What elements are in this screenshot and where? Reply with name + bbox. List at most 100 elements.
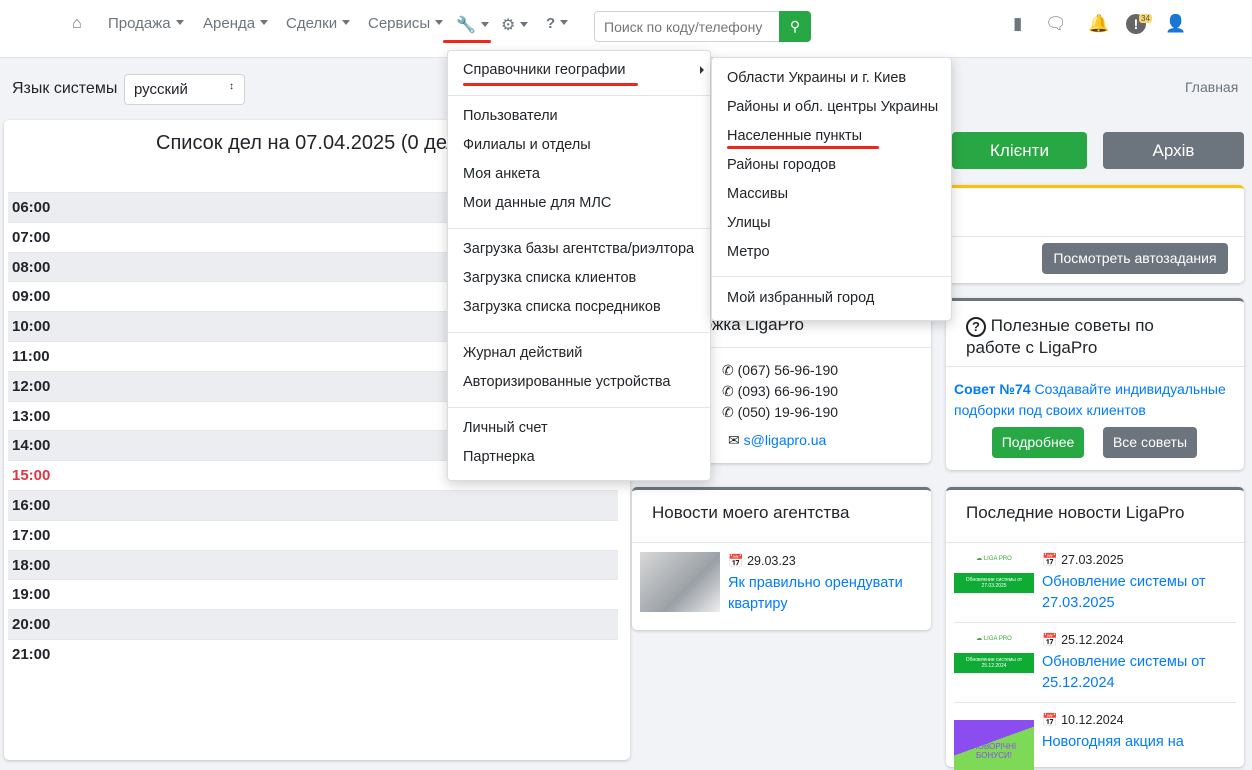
submenu-item[interactable]: Области Украины и г. Киев [727, 70, 906, 86]
agency-news-card: Новости моего агентства 📅 29.03.23 Як пр… [632, 487, 931, 630]
news-link[interactable]: Як правильно орендувати квартиру [728, 573, 918, 615]
news-date: 27.03.2025 [1061, 553, 1124, 567]
phone-2: ✆ (093) 66-96-190 [722, 383, 839, 399]
submenu-arrow-icon [700, 66, 704, 74]
news-date: 10.12.2024 [1061, 713, 1124, 727]
time-slot-row[interactable]: 21:00 [8, 639, 618, 669]
nav-sale[interactable]: Продажа [108, 15, 184, 32]
menu-item[interactable]: Моя анкета [463, 166, 540, 182]
time-label: 20:00 [12, 616, 51, 634]
menu-item[interactable]: Пользователи [463, 108, 558, 124]
news-link[interactable]: Новогодняя акция на [1042, 732, 1222, 753]
time-label: 12:00 [12, 377, 51, 395]
agency-news-title: Новости моего агентства [652, 503, 850, 522]
book-icon[interactable]: ▮ [1013, 14, 1022, 34]
news-thumbnail[interactable]: ☁ LIGA PRO Обновление системы от 25.12.20… [954, 630, 1034, 690]
menu-item[interactable]: Справочники географии [463, 62, 626, 78]
menu-item[interactable]: Мои данные для МЛС [463, 195, 611, 211]
menu-item[interactable]: Загрузка базы агентства/риэлтора [463, 241, 694, 257]
gear-icon[interactable]: ⚙ [501, 15, 528, 35]
nav-rent[interactable]: Аренда [203, 15, 268, 32]
language-select[interactable]: русский ↕ [124, 74, 245, 105]
ligapro-logo: ☁ LIGA PRO [954, 550, 1034, 568]
help-icon[interactable]: ? [546, 15, 568, 32]
time-label: 09:00 [12, 288, 51, 306]
menu-item[interactable]: Партнерка [463, 449, 535, 465]
news-thumbnail[interactable] [640, 552, 720, 612]
language-label: Язык системы [12, 80, 118, 97]
submenu-item[interactable]: Населенные пункты [727, 128, 862, 144]
chat-icon[interactable]: 🗨 [1045, 14, 1067, 34]
ligapro-logo: ☁ LIGA PRO [954, 630, 1034, 648]
calendar-icon: 📅 [728, 554, 744, 568]
wrench-icon[interactable]: 🔧 [456, 15, 489, 35]
tips-card: ? Полезные советы по работе с LigaPro Со… [946, 298, 1244, 470]
time-label: 16:00 [12, 497, 51, 514]
highlight-underline [727, 146, 879, 149]
submenu-item[interactable]: Районы городов [727, 157, 836, 173]
clients-button[interactable]: Клієнти [952, 132, 1087, 169]
menu-item[interactable]: Загрузка списка клиентов [463, 270, 636, 286]
view-autotasks-button[interactable]: Посмотреть автозадания [1042, 243, 1228, 274]
question-icon: ? [966, 317, 986, 337]
menu-item[interactable]: Загрузка списка посредников [463, 299, 661, 315]
time-label: 13:00 [12, 407, 51, 425]
ligapro-news-title: Последние новости LigaPro [966, 503, 1185, 522]
news-thumbnail[interactable]: ☁ LIGA PRO Обновление системы от 27.03.20… [954, 550, 1034, 610]
bell-icon[interactable]: 🔔 [1088, 14, 1109, 34]
submenu-item[interactable]: Районы и обл. центры Украины [727, 99, 938, 115]
nav-services[interactable]: Сервисы [368, 15, 443, 32]
news-date: 29.03.23 [747, 554, 796, 568]
time-label: 14:00 [12, 437, 51, 455]
highlight-underline [443, 40, 491, 43]
news-date: 25.12.2024 [1061, 633, 1124, 647]
time-label: 21:00 [12, 646, 51, 663]
submenu-item[interactable]: Метро [727, 244, 770, 260]
news-thumbnail[interactable]: НОВОРІЧНІ БОНУСИ! [954, 710, 1034, 770]
calendar-icon: 📅 [1042, 713, 1058, 727]
search-button[interactable]: ⚲ [779, 11, 811, 42]
time-label: 10:00 [12, 318, 51, 336]
phone-icon: ✆ [722, 404, 734, 420]
breadcrumb[interactable]: Главная [1185, 79, 1238, 95]
nav-deals[interactable]: Сделки [286, 15, 350, 32]
calendar-icon: 📅 [1042, 633, 1058, 647]
submenu-item[interactable]: Мой избранный город [727, 290, 874, 306]
time-slot-row[interactable]: 16:00 [8, 490, 618, 520]
language-value: русский [134, 81, 188, 98]
user-icon[interactable]: 👤 [1165, 14, 1186, 34]
phone-3: ✆ (050) 19-96-190 [722, 404, 839, 420]
search-input[interactable] [594, 11, 780, 42]
menu-item[interactable]: Филиалы и отделы [463, 137, 591, 153]
tip-number[interactable]: Совет №74 [954, 381, 1031, 397]
envelope-icon: ✉ [728, 432, 740, 448]
tips-title: Полезные советы по работе с LigaPro [966, 316, 1154, 357]
support-email[interactable]: s@ligapro.ua [744, 432, 827, 448]
submenu-item[interactable]: Улицы [727, 215, 771, 231]
archive-button[interactable]: Архів [1103, 132, 1244, 169]
time-slot-row[interactable]: 18:00 [8, 549, 618, 580]
home-icon[interactable]: ⌂ [72, 15, 82, 33]
menu-item[interactable]: Журнал действий [463, 345, 582, 361]
phone-icon: ✆ [722, 362, 734, 378]
menu-item[interactable]: Личный счет [463, 420, 548, 436]
all-tips-button[interactable]: Все советы [1103, 427, 1197, 458]
select-arrows-icon: ↕ [229, 81, 234, 92]
phone-icon: ✆ [722, 383, 734, 399]
news-link[interactable]: Обновление системы от 25.12.2024 [1042, 652, 1222, 694]
time-label: 19:00 [12, 586, 51, 604]
news-link[interactable]: Обновление системы от 27.03.2025 [1042, 572, 1222, 614]
time-label: 15:00 [12, 467, 51, 485]
submenu-item[interactable]: Массивы [727, 186, 788, 202]
time-label: 06:00 [12, 199, 51, 216]
menu-item[interactable]: Авторизированные устройства [463, 374, 670, 390]
time-slot-row[interactable]: 19:00 [8, 579, 618, 609]
more-button[interactable]: Подробнее [992, 427, 1084, 458]
time-label: 08:00 [12, 258, 51, 276]
time-label: 17:00 [12, 526, 51, 544]
time-label: 07:00 [12, 228, 51, 246]
time-slot-row[interactable]: 20:00 [8, 609, 618, 639]
schedule-title: Список дел на 07.04.2025 (0 дел) [156, 132, 465, 154]
time-label: 18:00 [12, 556, 51, 574]
time-slot-row[interactable]: 17:00 [8, 519, 618, 550]
